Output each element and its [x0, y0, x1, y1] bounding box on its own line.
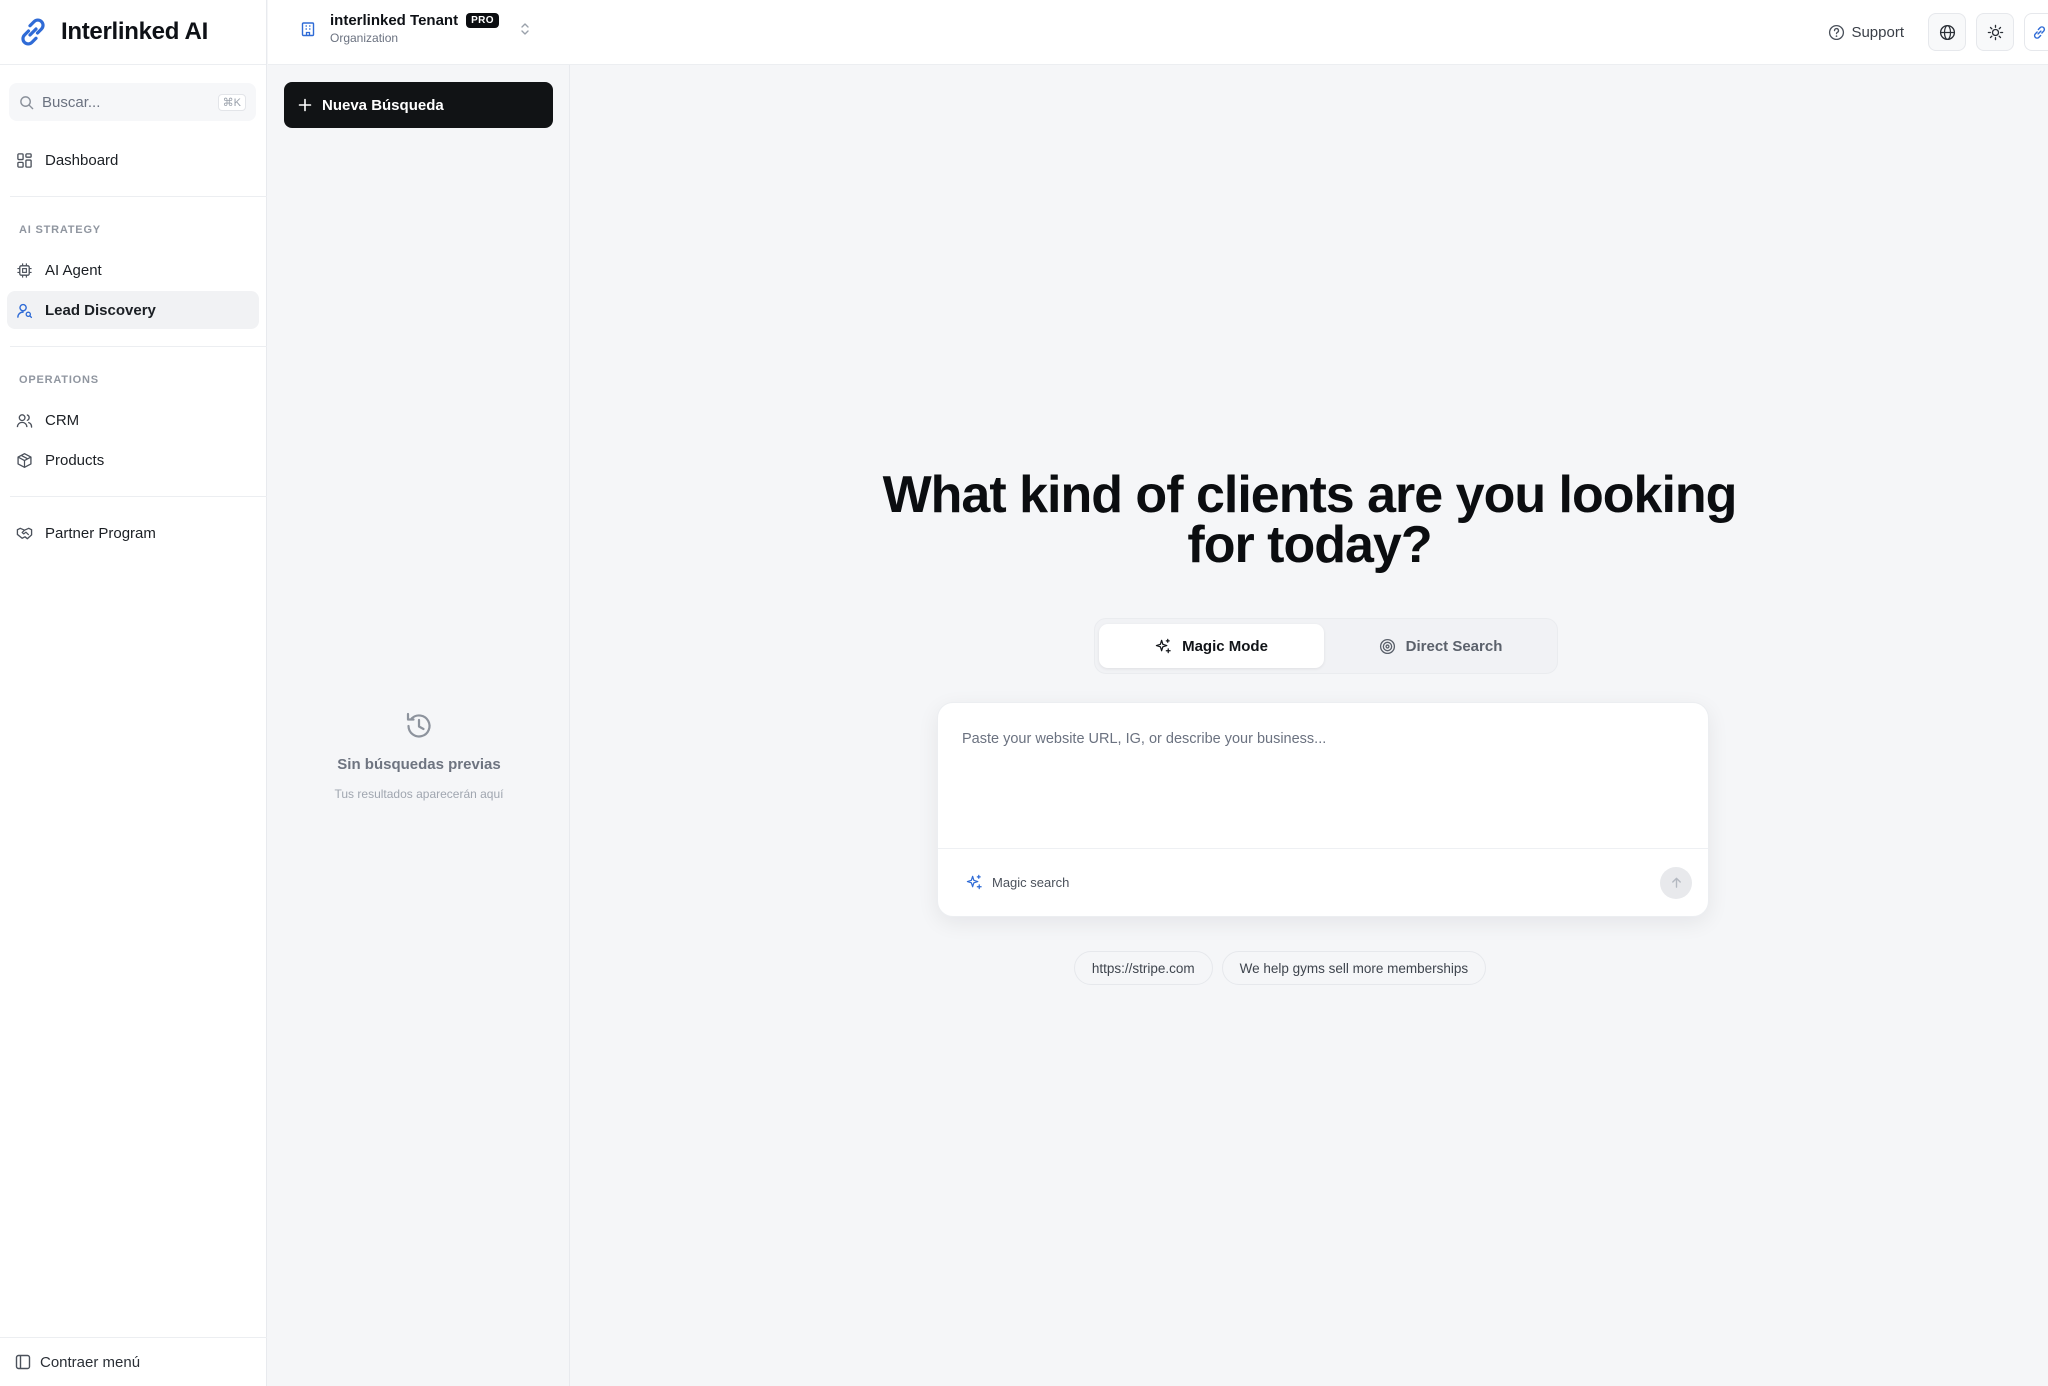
empty-history-subtitle: Tus resultados aparecerán aquí — [334, 787, 504, 801]
section-label-ai-strategy: AI STRATEGY — [19, 224, 101, 236]
tab-magic-mode-label: Magic Mode — [1182, 637, 1268, 655]
suggestion-chips: https://stripe.com We help gyms sell mor… — [571, 951, 2048, 985]
brand-name: Interlinked AI — [61, 18, 208, 45]
empty-history-title: Sin búsquedas previas — [337, 756, 501, 773]
sidebar-item-lead-discovery[interactable]: Lead Discovery — [7, 291, 259, 329]
tab-direct-search-label: Direct Search — [1405, 637, 1503, 655]
package-icon — [17, 452, 32, 468]
section-label-operations: OPERATIONS — [19, 374, 99, 386]
sidebar-search[interactable]: Buscar... ⌘K — [9, 83, 256, 121]
sidebar-item-products[interactable]: Products — [7, 441, 259, 479]
search-shortcut: ⌘K — [217, 93, 246, 111]
users-icon — [16, 413, 33, 428]
suggestion-chip[interactable]: We help gyms sell more memberships — [1221, 951, 1487, 985]
sidebar-item-label: AI Agent — [45, 261, 102, 279]
search-history-panel: Nueva Búsqueda Sin búsquedas previas Tus… — [268, 65, 570, 1386]
sidebar-item-label: Partner Program — [45, 524, 156, 542]
support-link[interactable]: Support — [1828, 24, 1904, 41]
target-icon — [1379, 638, 1395, 654]
collapse-menu-button[interactable]: Contraer menú — [0, 1337, 267, 1386]
sidebar-item-label: Lead Discovery — [45, 301, 156, 319]
tab-direct-search[interactable]: Direct Search — [1328, 624, 1553, 668]
topbar: interlinked Tenant PRO Organization Supp… — [268, 0, 2048, 65]
handshake-icon — [16, 527, 33, 539]
sidebar-item-partner-program[interactable]: Partner Program — [7, 514, 259, 552]
topbar-actions: Support — [1828, 12, 2048, 52]
submit-button[interactable] — [1660, 866, 1692, 899]
user-search-icon — [17, 303, 33, 318]
sidebar-item-label: Products — [45, 451, 105, 469]
divider — [10, 496, 267, 497]
new-search-label: Nueva Búsqueda — [322, 96, 444, 114]
tenant-switcher[interactable]: interlinked Tenant PRO Organization — [300, 12, 531, 45]
sidebar-item-ai-agent[interactable]: AI Agent — [7, 251, 259, 289]
plan-badge: PRO — [466, 13, 499, 28]
tenant-type: Organization — [330, 31, 399, 45]
support-label: Support — [1851, 23, 1904, 41]
prompt-footer: Magic search — [938, 848, 1708, 916]
tab-magic-mode[interactable]: Magic Mode — [1099, 624, 1324, 668]
dashboard-icon — [17, 152, 32, 168]
suggestion-chip[interactable]: https://stripe.com — [1073, 951, 1213, 985]
magic-sparkles-icon — [966, 874, 982, 890]
link-icon — [2033, 25, 2046, 39]
history-icon — [406, 712, 431, 738]
language-button[interactable] — [1928, 13, 1966, 51]
collapse-menu-label: Contraer menú — [40, 1353, 141, 1371]
link-button[interactable] — [2024, 13, 2048, 51]
magic-search-label: Magic search — [992, 875, 1070, 890]
page-title: What kind of clients are you looking for… — [571, 469, 2048, 571]
sidebar-item-crm[interactable]: CRM — [7, 401, 259, 439]
new-search-button[interactable]: Nueva Búsqueda — [284, 82, 553, 128]
business-description-input[interactable]: Paste your website URL, IG, or describe … — [962, 731, 1684, 747]
page-title-line-2: for today? — [1187, 516, 1432, 574]
empty-history: Sin búsquedas previas Tus resultados apa… — [268, 710, 570, 801]
main-content: What kind of clients are you looking for… — [571, 65, 2048, 1386]
brand[interactable]: Interlinked AI — [0, 0, 266, 65]
building-icon — [301, 21, 315, 36]
theme-toggle-button[interactable] — [1976, 13, 2014, 51]
sidebar-item-label: CRM — [45, 411, 80, 429]
divider — [10, 196, 267, 197]
sidebar: Interlinked AI Buscar... ⌘K Dashboard AI… — [0, 0, 267, 1386]
sidebar-item-dashboard[interactable]: Dashboard — [7, 141, 259, 179]
search-icon — [20, 95, 34, 109]
sparkles-icon — [1155, 638, 1171, 653]
divider — [10, 346, 267, 347]
prompt-card: Paste your website URL, IG, or describe … — [937, 702, 1709, 917]
chip-icon — [17, 262, 32, 278]
help-circle-icon — [1829, 24, 1845, 40]
plus-icon — [298, 98, 312, 112]
tenant-name: interlinked Tenant — [330, 12, 459, 29]
sidebar-toggle-icon — [15, 1354, 31, 1370]
arrow-up-icon — [1671, 877, 1681, 888]
chevrons-up-down-icon[interactable] — [519, 21, 531, 37]
globe-icon — [1939, 24, 1955, 40]
search-input[interactable]: Buscar... — [42, 94, 210, 111]
sun-icon — [1987, 24, 2003, 40]
search-mode-toggle: Magic Mode Direct Search — [1094, 618, 1558, 674]
link-logo-icon — [21, 18, 45, 46]
sidebar-item-label: Dashboard — [45, 151, 119, 169]
